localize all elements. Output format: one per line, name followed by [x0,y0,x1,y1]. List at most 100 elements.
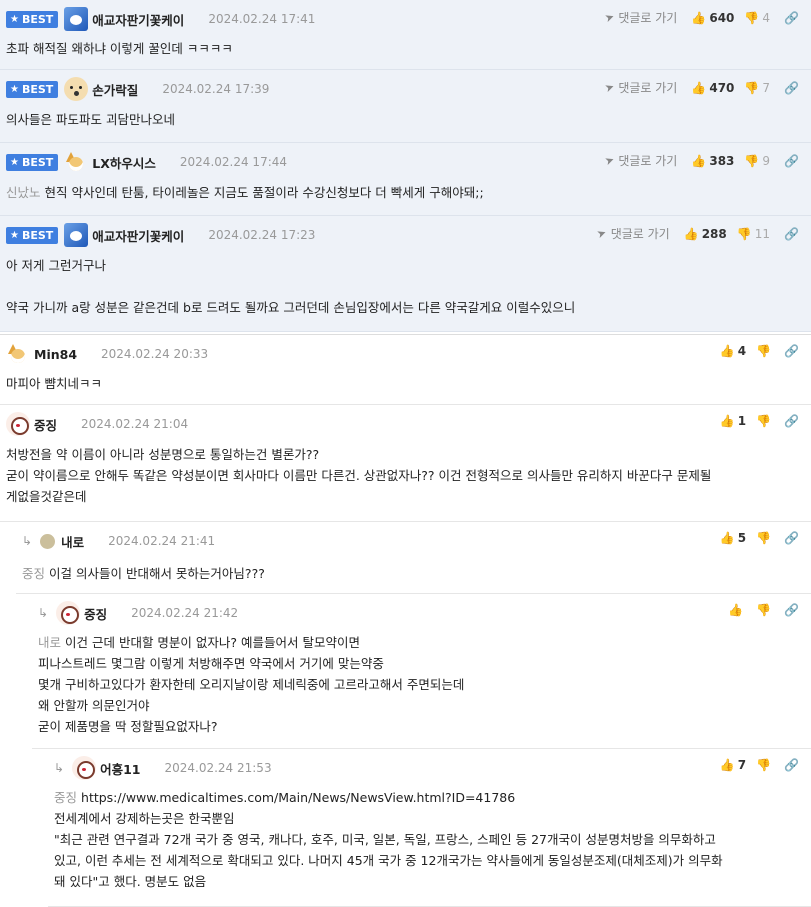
go-to-reply-link[interactable]: ➤ 댓글로 가기 [596,225,670,242]
comment-date: 2024.02.24 17:41 [208,12,316,26]
downvote-count: 4 [762,10,771,25]
comment-date: 2024.02.24 17:44 [179,155,288,169]
avatar[interactable] [72,756,97,780]
reply-arrow-icon: ↳ [54,761,65,775]
thumbs-up-icon[interactable]: 👍 [720,531,735,545]
star-icon: ★ [10,229,19,241]
send-icon: ➤ [603,79,617,96]
link-icon[interactable]: 🔗 [784,81,799,95]
star-icon: ★ [10,13,19,25]
upvote-count: 5 [737,531,747,545]
comment-date: 2024.02.24 21:42 [131,606,239,620]
comment: 중징 2024.02.24 21:04 👍 1 👎 🔗 처방전을 약 이름이 아니… [0,405,811,522]
link-icon[interactable]: 🔗 [784,758,799,772]
upvote-count: 470 [709,80,735,95]
upvote-count: 288 [701,226,727,241]
reply-comment: ↳ 내로 2024.02.24 21:41 👍 5 👎 🔗 중징 이걸 의사들이 반… [16,522,811,594]
go-to-reply-link[interactable]: ➤ 댓글로 가기 [603,152,677,169]
nickname[interactable]: 애교자판기꽃케이 [92,10,184,29]
link-icon[interactable]: 🔗 [784,11,799,25]
best-comment: ★ BEST 애교자판기꽃케이 2024.02.24 17:23 ➤ 댓글로 가기 … [0,216,811,332]
comment-date: 2024.02.24 21:04 [81,417,189,431]
thumbs-down-icon[interactable]: 👎 [744,11,759,25]
comment-body: 아 저게 그런거구나 약국 가니까 a랑 성분은 같은건데 b로 드려도 될까요… [6,258,576,315]
nickname[interactable]: Min84 [34,347,77,362]
link-icon[interactable]: 🔗 [784,227,799,241]
nickname[interactable]: 애교자판기꽃케이 [92,226,184,245]
nickname[interactable]: 손가락질 [92,80,138,99]
comment-date: 2024.02.24 20:33 [101,347,209,361]
upvote-count: 7 [737,758,747,772]
nickname[interactable]: 중징 [34,415,57,434]
comment-body: 내로 이건 근데 반대할 명분이 없자나? 예를들어서 탈모약이면 피나스트레드 … [38,635,465,734]
avatar[interactable] [64,150,88,174]
comment-body: 신났노 현직 약사인데 탄툼, 타이레놀은 지금도 품절이라 수강신청보다 더 빡… [6,185,484,200]
reply-arrow-icon: ↳ [38,606,49,620]
best-comment: ★ BEST 애교자판기꽃케이 2024.02.24 17:41 ➤ 댓글로 가기 … [0,0,811,70]
upvote-count: 383 [709,153,735,168]
link-icon[interactable]: 🔗 [784,531,799,545]
comment-date: 2024.02.24 21:53 [164,761,272,775]
nickname[interactable]: 어흥11 [100,759,140,778]
best-badge: ★ BEST [6,80,59,98]
thumbs-up-icon[interactable]: 👍 [720,758,735,772]
thumbs-down-icon[interactable]: 👎 [737,227,752,241]
mention-tag[interactable]: 중징 [22,566,45,581]
comment-date: 2024.02.24 17:23 [208,228,316,242]
avatar[interactable] [40,533,56,549]
mention-tag[interactable]: 신났노 [6,185,41,200]
go-to-reply-link[interactable]: ➤ 댓글로 가기 [603,9,677,26]
nickname[interactable]: 중징 [84,604,107,623]
comment-body: 마피아 뺨치네ㅋㅋ [6,376,102,391]
star-icon: ★ [10,156,19,168]
mention-tag[interactable]: 중징 [54,790,77,805]
link-icon[interactable]: 🔗 [784,603,799,617]
link-icon[interactable]: 🔗 [784,414,799,428]
reply-arrow-icon: ↳ [22,534,33,548]
comment-date: 2024.02.24 17:39 [162,82,270,96]
link-icon[interactable]: 🔗 [784,154,799,168]
reply-comment: ↳ 중징 2024.02.24 21:42 👍 👎 🔗 내로 이건 근데 반대할 … [32,594,811,749]
avatar[interactable] [64,77,89,101]
thumbs-up-icon[interactable]: 👍 [728,603,743,617]
thumbs-up-icon[interactable]: 👍 [691,11,706,25]
nickname[interactable]: 내로 [61,532,84,551]
thumbs-down-icon[interactable]: 👎 [756,531,771,545]
avatar[interactable] [56,601,81,625]
thumbs-down-icon[interactable]: 👎 [756,344,771,358]
comment-body: 처방전을 약 이름이 아니라 성분명으로 통일하는건 별론가?? 굳이 약이름으… [6,447,712,504]
best-comment: ★ BEST LX하우시스 2024.02.24 17:44 ➤ 댓글로 가기 👍 3… [0,143,811,216]
nickname[interactable]: LX하우시스 [92,153,156,172]
upvote-count: 640 [709,10,735,25]
comment-body: 중징 이걸 의사들이 반대해서 못하는거아님??? [22,566,265,581]
avatar[interactable] [64,7,89,31]
send-icon: ➤ [603,9,617,26]
thumbs-up-icon[interactable]: 👍 [691,154,706,168]
thumbs-up-icon[interactable]: 👍 [720,344,735,358]
thumbs-down-icon[interactable]: 👎 [744,154,759,168]
thumbs-up-icon[interactable]: 👍 [691,81,706,95]
thumbs-down-icon[interactable]: 👎 [756,758,771,772]
reply-comment: ↳ 어흥11 2024.02.24 21:53 👍 7 👎 🔗 중징 https:/… [48,749,811,907]
comment: Min84 2024.02.24 20:33 👍 4 👎 🔗 마피아 뺨치네ㅋㅋ [0,335,811,405]
upvote-count: 1 [737,414,747,428]
comment-date: 2024.02.24 21:41 [108,534,216,548]
thumbs-down-icon[interactable]: 👎 [744,81,759,95]
comment-body: 중징 https://www.medicaltimes.com/Main/News… [54,790,723,889]
avatar[interactable] [6,412,30,436]
send-icon: ➤ [603,152,617,169]
mention-tag[interactable]: 내로 [38,635,61,650]
thumbs-up-icon[interactable]: 👍 [720,414,735,428]
best-badge: ★ BEST [6,10,59,28]
best-badge: ★ BEST [6,226,59,244]
external-link[interactable]: https://www.medicaltimes.com/Main/News/N… [81,790,515,805]
avatar[interactable] [6,342,30,366]
thumbs-down-icon[interactable]: 👎 [756,603,771,617]
link-icon[interactable]: 🔗 [784,344,799,358]
thumbs-up-icon[interactable]: 👍 [684,227,699,241]
comment-body: 초파 해적질 왜하냐 이렇게 꿀인데 ㅋㅋㅋㅋ [6,41,233,56]
avatar[interactable] [64,223,89,247]
star-icon: ★ [10,83,19,95]
go-to-reply-link[interactable]: ➤ 댓글로 가기 [603,79,677,96]
thumbs-down-icon[interactable]: 👎 [756,414,771,428]
